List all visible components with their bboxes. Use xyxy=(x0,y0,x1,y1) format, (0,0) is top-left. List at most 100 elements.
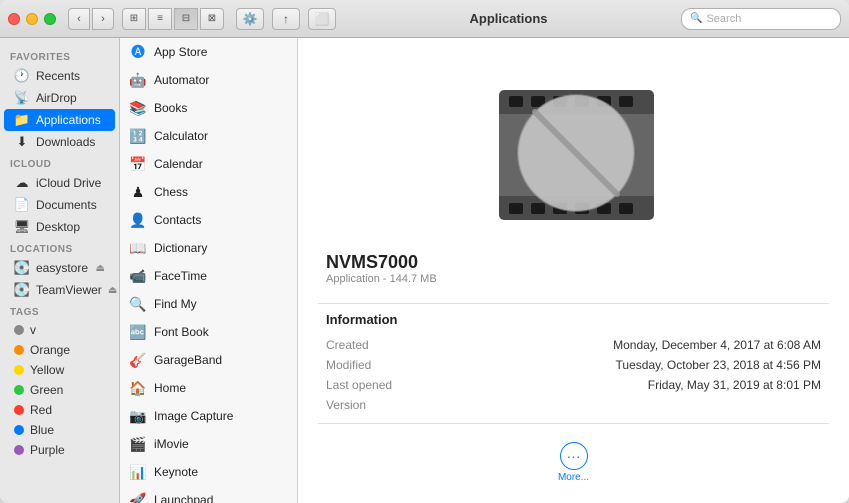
chess-icon: ♟ xyxy=(128,182,148,202)
eject-easystore-button[interactable]: ⏏ xyxy=(96,263,105,274)
font-book-icon: 🔤 xyxy=(128,322,148,342)
file-item-contacts[interactable]: 👤 Contacts xyxy=(120,206,297,234)
file-item-label: iMovie xyxy=(154,437,189,451)
list-view-button[interactable]: ≡ xyxy=(148,8,172,30)
forward-button[interactable]: › xyxy=(92,8,114,30)
share-button[interactable]: ↑ xyxy=(272,8,300,30)
app-preview xyxy=(474,58,674,236)
sidebar-item-label: Downloads xyxy=(36,135,95,149)
sidebar-item-icloud-drive[interactable]: ☁ iCloud Drive xyxy=(4,172,115,194)
sidebar-item-applications[interactable]: 📁 Applications xyxy=(4,109,115,131)
sidebar-item-label: TeamViewer xyxy=(36,283,102,297)
books-icon: 📚 xyxy=(128,98,148,118)
automator-icon: 🤖 xyxy=(128,70,148,90)
version-label: Version xyxy=(326,398,416,412)
sidebar-item-easystore[interactable]: 💽 easystore ⏏ xyxy=(4,257,115,279)
last-opened-label: Last opened xyxy=(326,378,416,392)
sidebar-item-recents[interactable]: 🕐 Recents xyxy=(4,65,115,87)
facetime-icon: 📹 xyxy=(128,266,148,286)
icon-view-button[interactable]: ⊞ xyxy=(122,8,146,30)
file-item-automator[interactable]: 🤖 Automator xyxy=(120,66,297,94)
file-item-label: Image Capture xyxy=(154,409,233,423)
file-item-home[interactable]: 🏠 Home xyxy=(120,374,297,402)
tag-v-dot xyxy=(14,325,24,335)
titlebar: ‹ › ⊞ ≡ ⊟ ⊠ ⚙️ ↑ ⬜ Applications 🔍 Search xyxy=(0,0,849,38)
file-item-dictionary[interactable]: 📖 Dictionary xyxy=(120,234,297,262)
sidebar-item-airdrop[interactable]: 📡 AirDrop xyxy=(4,87,115,109)
sidebar: Favorites 🕐 Recents 📡 AirDrop 📁 Applicat… xyxy=(0,38,120,503)
eject-teamviewer-button[interactable]: ⏏ xyxy=(108,285,117,296)
calculator-icon: 🔢 xyxy=(128,126,148,146)
maximize-button[interactable] xyxy=(44,13,56,25)
view-buttons: ⊞ ≡ ⊟ ⊠ xyxy=(122,8,224,30)
share-icon: ↑ xyxy=(283,12,289,26)
tag-blue-dot xyxy=(14,425,24,435)
file-item-chess[interactable]: ♟ Chess xyxy=(120,178,297,206)
sidebar-item-tag-green[interactable]: Green xyxy=(4,380,115,400)
file-item-facetime[interactable]: 📹 FaceTime xyxy=(120,262,297,290)
more-button[interactable]: ··· More... xyxy=(558,442,589,483)
sidebar-item-desktop[interactable]: 🖥 Desktop xyxy=(4,216,115,238)
sidebar-item-tag-blue[interactable]: Blue xyxy=(4,420,115,440)
app-icon-svg xyxy=(479,60,669,235)
file-item-app-store[interactable]: 🅐 App Store xyxy=(120,38,297,66)
launchpad-icon: 🚀 xyxy=(128,490,148,503)
file-item-calendar[interactable]: 📅 Calendar xyxy=(120,150,297,178)
modified-label: Modified xyxy=(326,358,416,372)
file-item-find-my[interactable]: 🔍 Find My xyxy=(120,290,297,318)
sidebar-item-tag-red[interactable]: Red xyxy=(4,400,115,420)
file-item-label: Calendar xyxy=(154,157,203,171)
sidebar-item-tag-purple[interactable]: Purple xyxy=(4,440,115,460)
contacts-icon: 👤 xyxy=(128,210,148,230)
column-view-button[interactable]: ⊟ xyxy=(174,8,198,30)
back-button[interactable]: ‹ xyxy=(68,8,90,30)
file-item-label: Font Book xyxy=(154,325,209,339)
garageband-icon: 🎸 xyxy=(128,350,148,370)
tags-header: Tags xyxy=(0,301,119,320)
minimize-button[interactable] xyxy=(26,13,38,25)
sidebar-item-label: AirDrop xyxy=(36,91,77,105)
info-row-modified: Modified Tuesday, October 23, 2018 at 4:… xyxy=(318,355,829,375)
arrange-icon: ⚙️ xyxy=(243,12,258,26)
sidebar-item-teamviewer[interactable]: 💽 TeamViewer ⏏ xyxy=(4,279,115,301)
tag-orange-dot xyxy=(14,345,24,355)
sidebar-item-tag-yellow[interactable]: Yellow xyxy=(4,360,115,380)
dictionary-icon: 📖 xyxy=(128,238,148,258)
sidebar-item-tag-v[interactable]: v xyxy=(4,320,115,340)
home-icon: 🏠 xyxy=(128,378,148,398)
finder-window: ‹ › ⊞ ≡ ⊟ ⊠ ⚙️ ↑ ⬜ Applications 🔍 Search xyxy=(0,0,849,503)
arrange-button[interactable]: ⚙️ xyxy=(236,8,264,30)
file-item-imovie[interactable]: 🎬 iMovie xyxy=(120,430,297,458)
file-item-keynote[interactable]: 📊 Keynote xyxy=(120,458,297,486)
file-item-font-book[interactable]: 🔤 Font Book xyxy=(120,318,297,346)
sidebar-item-label: Applications xyxy=(36,113,101,127)
tag-yellow-dot xyxy=(14,365,24,375)
find-my-icon: 🔍 xyxy=(128,294,148,314)
search-bar[interactable]: 🔍 Search xyxy=(681,8,841,30)
file-item-books[interactable]: 📚 Books xyxy=(120,94,297,122)
sidebar-item-downloads[interactable]: ⬇ Downloads xyxy=(4,131,115,153)
file-item-label: Books xyxy=(154,101,187,115)
divider-top xyxy=(318,303,829,304)
file-item-garageband[interactable]: 🎸 GarageBand xyxy=(120,346,297,374)
nav-buttons: ‹ › xyxy=(68,8,114,30)
gallery-view-button[interactable]: ⊠ xyxy=(200,8,224,30)
sidebar-item-documents[interactable]: 📄 Documents xyxy=(4,194,115,216)
calendar-icon: 📅 xyxy=(128,154,148,174)
info-section-header: Information xyxy=(318,312,398,327)
desktop-icon: 🖥 xyxy=(14,219,30,235)
locations-header: Locations xyxy=(0,238,119,257)
sidebar-item-label: Recents xyxy=(36,69,80,83)
tag-button[interactable]: ⬜ xyxy=(308,8,336,30)
sidebar-item-label: Purple xyxy=(30,443,65,457)
sidebar-item-tag-orange[interactable]: Orange xyxy=(4,340,115,360)
file-item-image-capture[interactable]: 📷 Image Capture xyxy=(120,402,297,430)
file-item-launchpad[interactable]: 🚀 Launchpad xyxy=(120,486,297,503)
close-button[interactable] xyxy=(8,13,20,25)
app-name: NVMS7000 xyxy=(318,252,829,273)
app-subtitle: Application - 144.7 MB xyxy=(318,273,437,285)
sidebar-item-label: Red xyxy=(30,403,52,417)
applications-icon: 📁 xyxy=(14,112,30,128)
icloud-drive-icon: ☁ xyxy=(14,175,30,191)
file-item-calculator[interactable]: 🔢 Calculator xyxy=(120,122,297,150)
